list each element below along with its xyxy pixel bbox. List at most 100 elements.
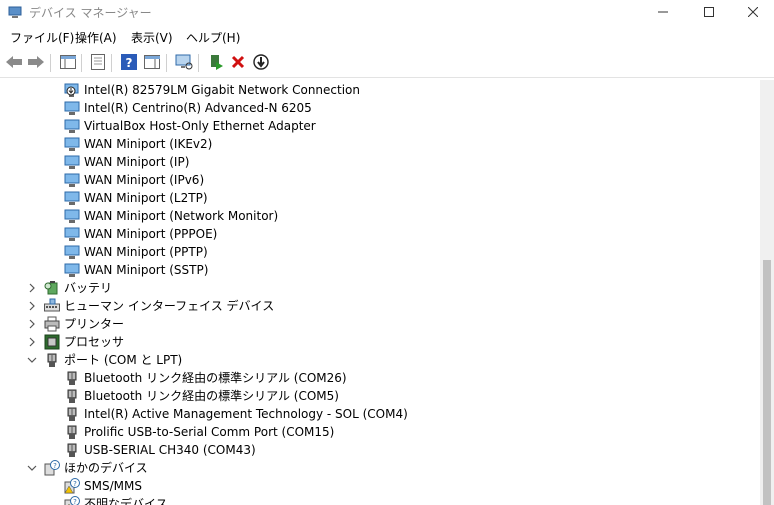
action-pane-icon[interactable]: [142, 52, 162, 72]
chevron-down-icon[interactable]: [27, 462, 37, 474]
vertical-scrollbar[interactable]: [760, 80, 774, 505]
svg-text:?: ?: [73, 498, 77, 505]
tree-item[interactable]: Intel(R) Active Management Technology - …: [0, 405, 760, 423]
minimize-button[interactable]: [640, 0, 686, 24]
unknown-device-warning-icon: ?: [64, 496, 80, 505]
network-adapter-icon: [64, 190, 80, 206]
menu-file[interactable]: ファイル(F): [10, 29, 74, 46]
tree-item-label: WAN Miniport (PPTP): [84, 245, 208, 259]
uninstall-device-icon[interactable]: [228, 52, 248, 72]
tree-item-label: Intel(R) Active Management Technology - …: [84, 407, 408, 421]
tree-item-label: WAN Miniport (IP): [84, 155, 190, 169]
tree-category-label: ポート (COM と LPT): [64, 353, 183, 367]
device-manager-icon: [8, 5, 22, 19]
network-adapter-icon: [64, 100, 80, 116]
tree-item-label: Intel(R) Centrino(R) Advanced-N 6205: [84, 101, 312, 115]
tree-item-label: WAN Miniport (L2TP): [84, 191, 208, 205]
back-arrow-icon[interactable]: [4, 52, 24, 72]
svg-text:?: ?: [73, 480, 77, 488]
tree-category-printer[interactable]: プリンター: [0, 315, 760, 333]
tree-item[interactable]: Bluetooth リンク経由の標準シリアル (COM26): [0, 369, 760, 387]
tree-item[interactable]: ? 不明なデバイス: [0, 495, 760, 505]
network-adapter-icon: [64, 262, 80, 278]
chevron-right-icon[interactable]: [27, 336, 37, 348]
tree-category-other-devices[interactable]: ? ほかのデバイス: [0, 459, 760, 477]
unknown-device-icon: ?: [44, 460, 60, 476]
printer-icon: [44, 316, 60, 332]
menu-help[interactable]: ヘルプ(H): [186, 29, 240, 46]
tree-item-label: WAN Miniport (IKEv2): [84, 137, 213, 151]
tree-item[interactable]: Bluetooth リンク経由の標準シリアル (COM5): [0, 387, 760, 405]
svg-text:?: ?: [126, 56, 133, 70]
network-adapter-icon: [64, 136, 80, 152]
tree-item[interactable]: WAN Miniport (PPPOE): [0, 225, 760, 243]
tree-item[interactable]: WAN Miniport (PPTP): [0, 243, 760, 261]
menu-view[interactable]: 表示(V): [131, 29, 173, 46]
chevron-down-icon[interactable]: [27, 354, 37, 366]
tree-category-label: バッテリ: [64, 281, 113, 295]
tree-category-label: ほかのデバイス: [64, 461, 148, 475]
port-connector-icon: [64, 442, 80, 458]
tree-item[interactable]: USB-SERIAL CH340 (COM43): [0, 441, 760, 459]
help-icon[interactable]: ?: [119, 52, 139, 72]
chevron-right-icon[interactable]: [27, 300, 37, 312]
show-hide-tree-icon[interactable]: [58, 52, 78, 72]
forward-arrow-icon[interactable]: [26, 52, 46, 72]
port-connector-icon: [64, 370, 80, 386]
tree-item[interactable]: WAN Miniport (Network Monitor): [0, 207, 760, 225]
menu-action[interactable]: 操作(A): [75, 29, 117, 46]
tree-item-label: Bluetooth リンク経由の標準シリアル (COM26): [84, 371, 347, 385]
tree-item[interactable]: WAN Miniport (L2TP): [0, 189, 760, 207]
network-adapter-icon: [64, 154, 80, 170]
tree-item-label: Prolific USB-to-Serial Comm Port (COM15): [84, 425, 335, 439]
tree-category-label: ヒューマン インターフェイス デバイス: [64, 299, 275, 313]
tree-item[interactable]: WAN Miniport (IKEv2): [0, 135, 760, 153]
tree-category-label: プリンター: [64, 317, 125, 331]
tree-item[interactable]: VirtualBox Host-Only Ethernet Adapter: [0, 117, 760, 135]
network-adapter-icon: [64, 208, 80, 224]
tree-item[interactable]: WAN Miniport (IPv6): [0, 171, 760, 189]
maximize-button[interactable]: [686, 0, 732, 24]
tree-category-label: プロセッサ: [64, 335, 125, 349]
network-adapter-icon: [64, 226, 80, 242]
tree-category-hid[interactable]: ヒューマン インターフェイス デバイス: [0, 297, 760, 315]
svg-text:?: ?: [53, 462, 57, 470]
port-connector-icon: [44, 352, 60, 368]
tree-item[interactable]: WAN Miniport (IP): [0, 153, 760, 171]
tree-item[interactable]: Intel(R) Centrino(R) Advanced-N 6205: [0, 99, 760, 117]
tree-item[interactable]: WAN Miniport (SSTP): [0, 261, 760, 279]
tree-item-label: WAN Miniport (SSTP): [84, 263, 209, 277]
window-title: デバイス マネージャー: [29, 6, 152, 20]
tree-item[interactable]: Prolific USB-to-Serial Comm Port (COM15): [0, 423, 760, 441]
tree-item-label: USB-SERIAL CH340 (COM43): [84, 443, 256, 457]
tree-item-label: Intel(R) 82579LM Gigabit Network Connect…: [84, 83, 360, 97]
tree-item-label: WAN Miniport (IPv6): [84, 173, 205, 187]
title-bar: デバイス マネージャー: [0, 0, 774, 24]
tree-item-label: 不明なデバイス: [84, 497, 168, 505]
unknown-device-warning-icon: ?: [64, 478, 80, 494]
toolbar: ?: [0, 49, 774, 78]
scan-hardware-icon[interactable]: [174, 52, 194, 72]
tree-item-label: VirtualBox Host-Only Ethernet Adapter: [84, 119, 316, 133]
chevron-right-icon[interactable]: [27, 282, 37, 294]
tree-item-label: SMS/MMS: [84, 479, 142, 493]
network-adapter-icon: [64, 118, 80, 134]
battery-icon: [44, 280, 60, 296]
port-connector-icon: [64, 424, 80, 440]
tree-item[interactable]: Intel(R) 82579LM Gigabit Network Connect…: [0, 81, 760, 99]
properties-icon[interactable]: [88, 52, 108, 72]
network-adapter-icon: [64, 244, 80, 260]
scrollbar-thumb[interactable]: [763, 260, 771, 505]
tree-category-processor[interactable]: プロセッサ: [0, 333, 760, 351]
network-adapter-icon: [64, 172, 80, 188]
tree-item-label: Bluetooth リンク経由の標準シリアル (COM5): [84, 389, 339, 403]
update-driver-icon[interactable]: [206, 52, 226, 72]
close-button[interactable]: [730, 0, 774, 24]
tree-category-ports[interactable]: ポート (COM と LPT): [0, 351, 760, 369]
tree-category-battery[interactable]: バッテリ: [0, 279, 760, 297]
chevron-right-icon[interactable]: [27, 318, 37, 330]
tree-item[interactable]: ? SMS/MMS: [0, 477, 760, 495]
disable-device-icon[interactable]: [251, 52, 271, 72]
device-tree: Intel(R) 82579LM Gigabit Network Connect…: [0, 80, 760, 505]
menu-bar: ファイル(F) 操作(A) 表示(V) ヘルプ(H): [0, 27, 774, 47]
